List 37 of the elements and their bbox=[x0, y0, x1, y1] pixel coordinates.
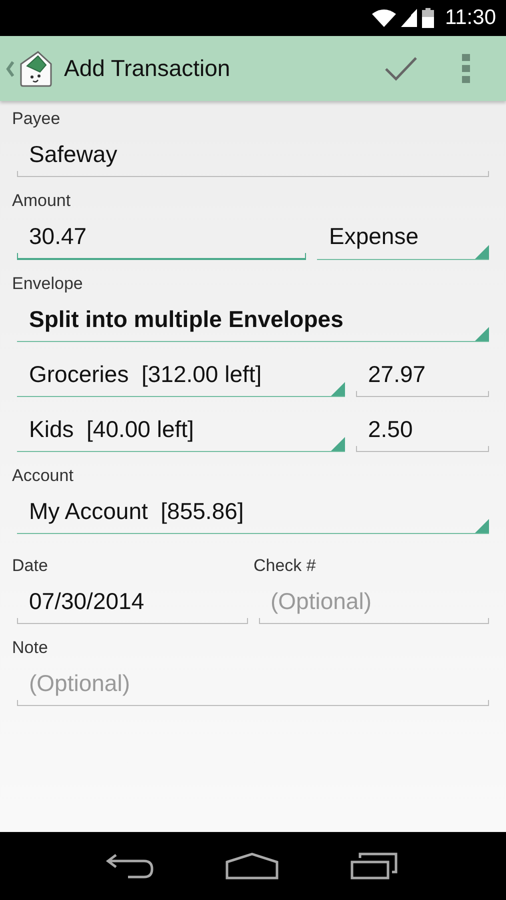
input-field[interactable]: 07/30/2014 bbox=[17, 582, 248, 624]
field-label: Note bbox=[12, 638, 49, 658]
dropdown-field[interactable]: Expense bbox=[317, 217, 489, 260]
field-label: Amount bbox=[12, 191, 72, 211]
input-field[interactable]: Safeway bbox=[17, 135, 489, 177]
field-label: Account bbox=[12, 466, 74, 486]
dropdown-triangle-icon bbox=[475, 245, 489, 259]
dropdown-field[interactable]: My Account [855.86] bbox=[17, 492, 489, 534]
back-arrow-icon bbox=[106, 853, 154, 879]
caret-icon bbox=[6, 60, 14, 76]
input-field[interactable]: 27.97 bbox=[356, 355, 489, 397]
dropdown-triangle-icon bbox=[475, 519, 489, 533]
input-field[interactable]: 30.47 bbox=[17, 217, 306, 260]
screen-title: Add Transaction bbox=[64, 55, 232, 82]
field-label: Payee bbox=[12, 109, 62, 129]
field-label: Envelope bbox=[12, 274, 84, 294]
more-icon bbox=[462, 54, 470, 84]
dropdown-field[interactable]: Split into multiple Envelopes bbox=[17, 300, 489, 342]
wifi-icon bbox=[372, 9, 396, 27]
back-button[interactable] bbox=[106, 853, 154, 879]
envelope-icon bbox=[18, 50, 54, 88]
dropdown-field[interactable]: Groceries [312.00 left] bbox=[17, 355, 345, 397]
checkmark-icon bbox=[384, 56, 418, 82]
recent-apps-button[interactable] bbox=[350, 852, 400, 880]
recent-apps-icon bbox=[350, 852, 400, 880]
input-field[interactable]: 2.50 bbox=[356, 410, 489, 452]
signal-icon bbox=[401, 9, 417, 27]
dropdown-triangle-icon bbox=[331, 437, 345, 451]
dropdown-triangle-icon bbox=[331, 382, 345, 396]
home-button[interactable] bbox=[224, 852, 279, 880]
dropdown-triangle-icon bbox=[475, 327, 489, 341]
field-label: Date bbox=[12, 556, 49, 576]
field-label: Check # bbox=[254, 556, 317, 576]
dropdown-field[interactable]: Kids [40.00 left] bbox=[17, 410, 345, 452]
battery-icon bbox=[422, 8, 434, 28]
clock-text: 11:30 bbox=[445, 6, 496, 30]
home-icon bbox=[224, 852, 279, 880]
